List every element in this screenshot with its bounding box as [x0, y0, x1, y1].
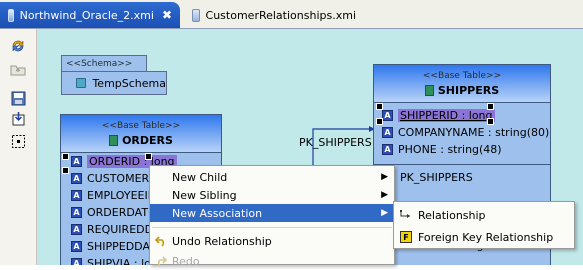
undo-icon — [155, 236, 165, 247]
context-menu: New Child ▶ New Sibling ▶ New Associatio… — [149, 165, 395, 268]
menu-item-new-sibling[interactable]: New Sibling ▶ — [150, 186, 394, 204]
submenu-item-foreign-key-relationship[interactable]: F Foreign Key Relationship — [394, 226, 574, 248]
foreign-key-icon: F — [400, 231, 412, 243]
table-stereotype: <<Base Table>> — [101, 121, 181, 131]
submenu-arrow-icon: ▶ — [381, 172, 388, 182]
key-label: PK_SHIPPERS — [400, 170, 473, 184]
column-phone[interactable]: A PHONE : string(48) — [374, 141, 550, 158]
attribute-icon: A — [71, 241, 82, 252]
up-folder-icon[interactable] — [9, 60, 27, 78]
tab-label: Northwind_Oracle_2.xmi — [19, 8, 154, 22]
table-icon — [424, 85, 434, 96]
column-label: PHONE : string(48) — [398, 143, 502, 156]
menu-item-label: New Association — [172, 206, 263, 220]
attribute-icon: A — [71, 224, 82, 235]
attribute-icon: A — [382, 110, 393, 121]
refresh-icon[interactable] — [9, 37, 27, 55]
menu-item-redo: Redo — [150, 252, 394, 270]
redo-icon — [157, 256, 167, 267]
selection-handle[interactable] — [376, 118, 383, 125]
tab-northwind-oracle[interactable]: Northwind_Oracle_2.xmi ✖ — [0, 2, 180, 28]
column-label: SHIPPEDDAT — [87, 240, 156, 253]
menu-item-label: New Sibling — [172, 188, 237, 202]
selection-handle[interactable] — [62, 167, 69, 174]
column-label: REQUIREDD — [87, 223, 154, 236]
close-tab-icon[interactable]: ✖ — [162, 8, 172, 22]
attribute-icon: A — [71, 156, 82, 167]
selection-handle[interactable] — [62, 153, 69, 160]
relationship-icon — [400, 210, 410, 218]
import-icon[interactable] — [9, 109, 27, 127]
column-label: EMPLOYEEID — [87, 189, 157, 202]
table-header: <<Base Table>> SHIPPERS — [374, 65, 550, 103]
submenu-item-label: Foreign Key Relationship — [418, 230, 554, 244]
xmi-file-icon — [192, 8, 200, 22]
attribute-icon: A — [71, 173, 82, 184]
menu-item-undo-relationship[interactable]: Undo Relationship — [150, 232, 394, 250]
selection-handle[interactable] — [487, 118, 494, 125]
save-icon[interactable] — [9, 89, 27, 107]
column-label: ORDERDATE — [87, 206, 155, 219]
menu-item-new-association[interactable]: New Association ▶ — [150, 204, 394, 222]
marquee-select-icon[interactable] — [9, 132, 27, 150]
column-shipperid[interactable]: A SHIPPERID : long — [374, 107, 550, 124]
attribute-icon: A — [382, 127, 393, 138]
menu-separator — [152, 227, 392, 228]
table-stereotype: <<Base Table>> — [422, 71, 502, 81]
connection-label: PK_SHIPPERS — [299, 136, 372, 149]
submenu-arrow-icon: ▶ — [381, 208, 388, 218]
submenu-arrow-icon: ▶ — [381, 190, 388, 200]
selection-handle[interactable] — [487, 103, 494, 110]
menu-item-label: New Child — [172, 170, 228, 184]
column-companyname[interactable]: A COMPANYNAME : string(80) — [374, 124, 550, 141]
attribute-icon: A — [71, 190, 82, 201]
editor-tab-bar: Northwind_Oracle_2.xmi ✖ CustomerRelatio… — [0, 0, 583, 29]
selection-handle[interactable] — [145, 153, 152, 160]
xmi-file-icon — [8, 8, 14, 22]
menu-item-new-child[interactable]: New Child ▶ — [150, 168, 394, 186]
tab-customer-relationships[interactable]: CustomerRelationships.xmi — [184, 2, 364, 28]
tool-palette — [0, 29, 37, 265]
table-name: SHIPPERS — [437, 84, 500, 97]
menu-item-label: Undo Relationship — [172, 234, 272, 248]
table-header: <<Base Table>> ORDERS — [61, 115, 221, 153]
key-pk-shippers[interactable]: PK_SHIPPERS — [374, 165, 550, 189]
attribute-icon: A — [71, 207, 82, 218]
table-icon — [109, 135, 119, 146]
submenu-item-label: Relationship — [418, 208, 486, 222]
tab-label: CustomerRelationships.xmi — [205, 8, 356, 22]
column-label: SHIPPERID : long — [398, 109, 495, 122]
menu-item-label: Redo — [172, 254, 200, 268]
selection-handle[interactable] — [376, 103, 383, 110]
column-label: COMPANYNAME : string(80) — [398, 126, 550, 139]
attribute-icon: A — [382, 144, 393, 155]
column-label: SHIPVIA : lon — [87, 257, 158, 265]
submenu-item-relationship[interactable]: Relationship — [394, 204, 574, 226]
attribute-icon: A — [71, 258, 82, 265]
table-name: ORDERS — [122, 134, 173, 147]
association-submenu: Relationship F Foreign Key Relationship — [393, 201, 575, 249]
